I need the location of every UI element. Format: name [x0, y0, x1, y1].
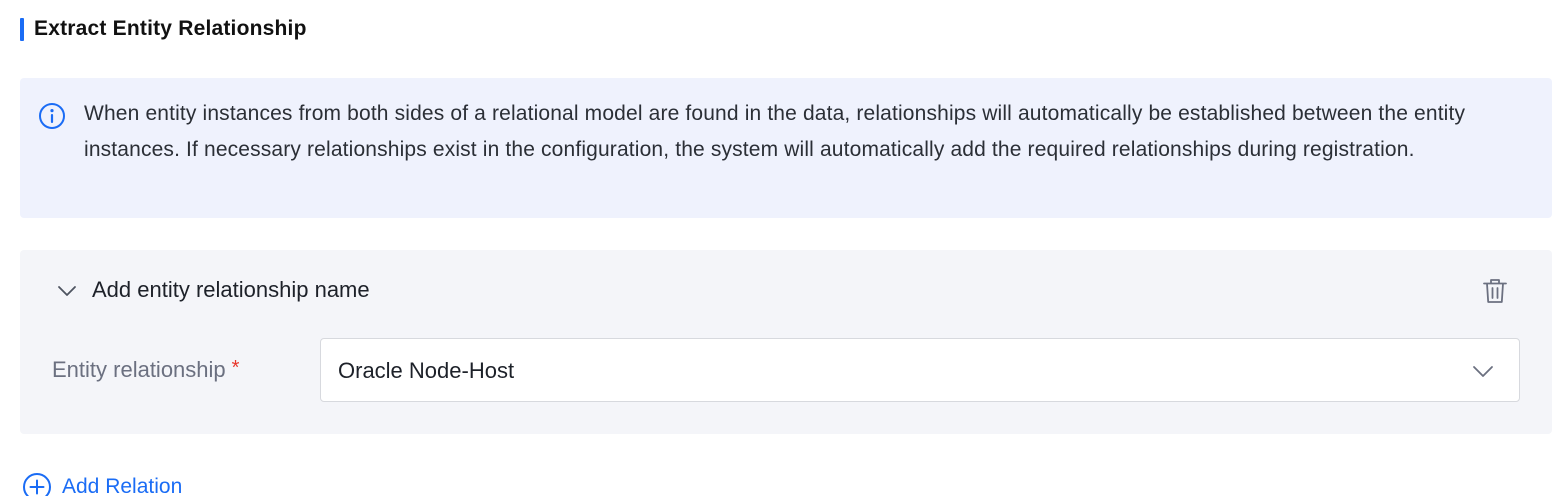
add-relation-button[interactable]: Add Relation — [22, 472, 182, 496]
entity-relationship-label: Entity relationship * — [52, 357, 239, 383]
trash-icon[interactable] — [1480, 276, 1510, 306]
info-icon — [39, 103, 65, 129]
add-relation-label: Add Relation — [62, 475, 183, 496]
entity-relationship-select[interactable]: Oracle Node-Host — [320, 338, 1520, 402]
chevron-down-icon — [1473, 366, 1493, 377]
section-accent-bar — [20, 17, 24, 41]
entity-relationship-label-text: Entity relationship — [52, 357, 226, 382]
info-banner: When entity instances from both sides of… — [20, 78, 1552, 218]
plus-circle-icon — [23, 473, 51, 496]
relation-card-title[interactable]: Add entity relationship name — [92, 277, 370, 303]
entity-relationship-select-value: Oracle Node-Host — [338, 358, 515, 383]
info-text: When entity instances from both sides of… — [84, 102, 1466, 161]
relation-card: Add entity relationship name Entity rela… — [20, 250, 1552, 434]
section-header: Extract Entity Relationship — [20, 16, 307, 42]
required-mark: * — [231, 357, 240, 379]
section-title: Extract Entity Relationship — [34, 17, 307, 40]
chevron-down-icon[interactable] — [56, 280, 78, 302]
